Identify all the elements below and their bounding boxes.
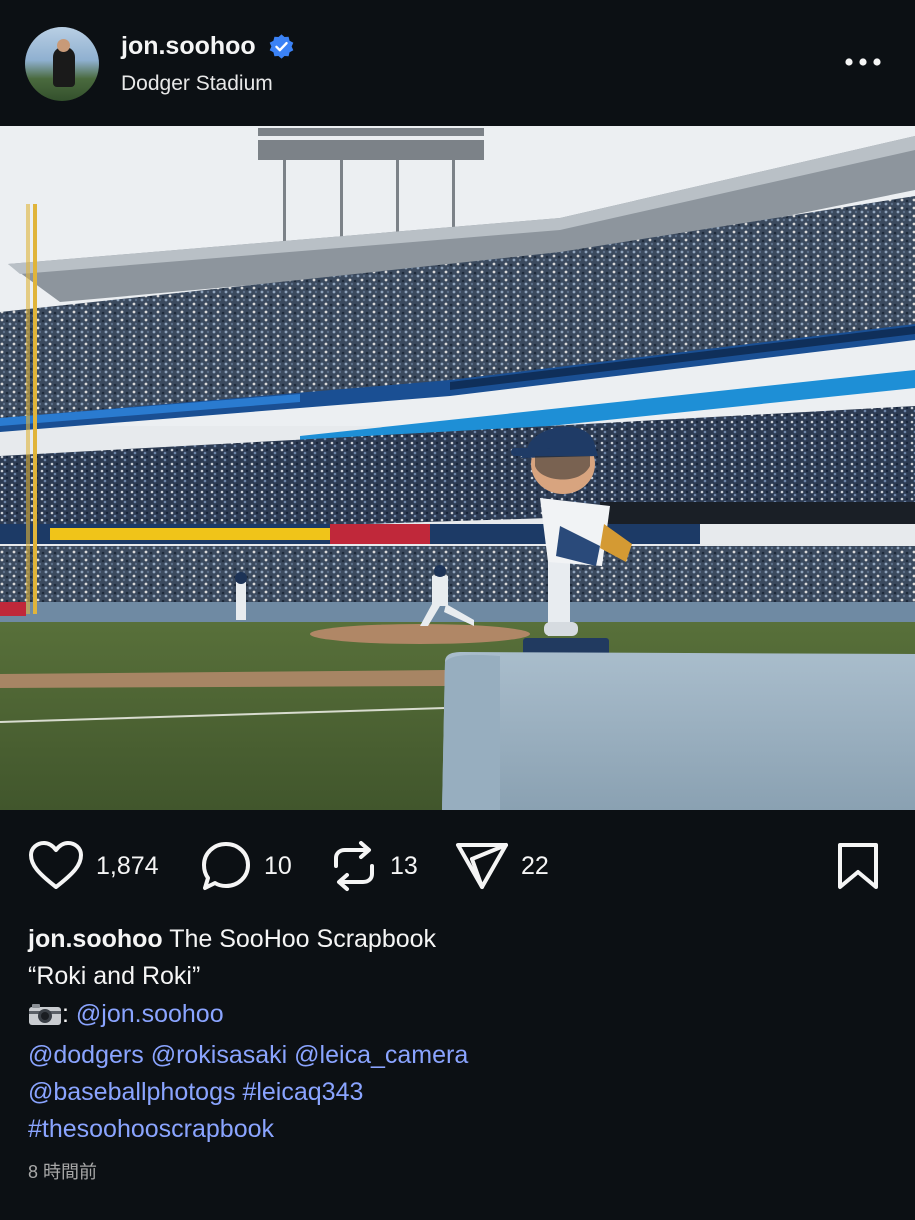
verified-badge-icon [268,33,295,60]
repost-icon[interactable] [330,840,378,892]
caption-tags-line-3: #thesoohooscrapbook [28,1111,888,1148]
mention-link[interactable]: @dodgers [28,1041,144,1069]
caption-tags-line-2: @baseballphotogs #leicaq343 [28,1074,888,1111]
send-icon[interactable] [455,840,509,892]
post-photo[interactable] [0,126,915,810]
avatar[interactable] [25,27,99,101]
camera-icon [28,1000,62,1037]
avatar-person [53,47,75,87]
mention-link[interactable]: @baseballphotogs [28,1078,235,1106]
stadium-photo [0,126,915,810]
share-count: 22 [521,851,549,880]
like-count: 1,874 [96,851,159,880]
username-row: jon.soohoo [121,32,295,61]
repost-count: 13 [390,851,418,880]
location-label[interactable]: Dodger Stadium [121,72,273,96]
post-header: jon.soohoo Dodger Stadium [0,0,915,126]
caption-tags-line-1: @dodgers @rokisasaki @leica_camera [28,1037,888,1074]
hashtag-link[interactable]: #thesoohooscrapbook [28,1115,274,1143]
mention-link[interactable]: @leica_camera [294,1041,468,1069]
caption-title: The SooHoo Scrapbook [169,925,437,953]
username[interactable]: jon.soohoo [121,32,256,61]
more-horizontal-icon[interactable] [843,52,883,72]
avatar-head [57,39,70,52]
comment-count: 10 [264,851,292,880]
share-action[interactable]: 22 [455,836,549,896]
hashtag-link[interactable]: #leicaq343 [242,1078,363,1106]
repost-action[interactable]: 13 [330,836,418,896]
mention-link[interactable]: @jon.soohoo [76,1000,224,1028]
caption-credit-line: : @jon.soohoo [28,996,888,1037]
bookmark-icon[interactable] [836,842,880,895]
caption-quote: “Roki and Roki” [28,962,201,991]
camera-separator: : [62,999,69,1028]
comment-action[interactable]: 10 [200,836,292,896]
caption: jon.soohoo The SooHoo Scrapbook “Roki an… [28,921,888,1149]
caption-line-1: jon.soohoo The SooHoo Scrapbook [28,921,888,958]
like-action[interactable]: 1,874 [28,836,159,896]
heart-icon[interactable] [28,841,84,891]
action-bar: 1,874 10 13 22 [0,836,915,896]
caption-username[interactable]: jon.soohoo [28,925,163,953]
post-timestamp: 8 時間前 [28,1162,98,1182]
comment-icon[interactable] [200,840,252,892]
mention-link[interactable]: @rokisasaki [151,1041,288,1069]
